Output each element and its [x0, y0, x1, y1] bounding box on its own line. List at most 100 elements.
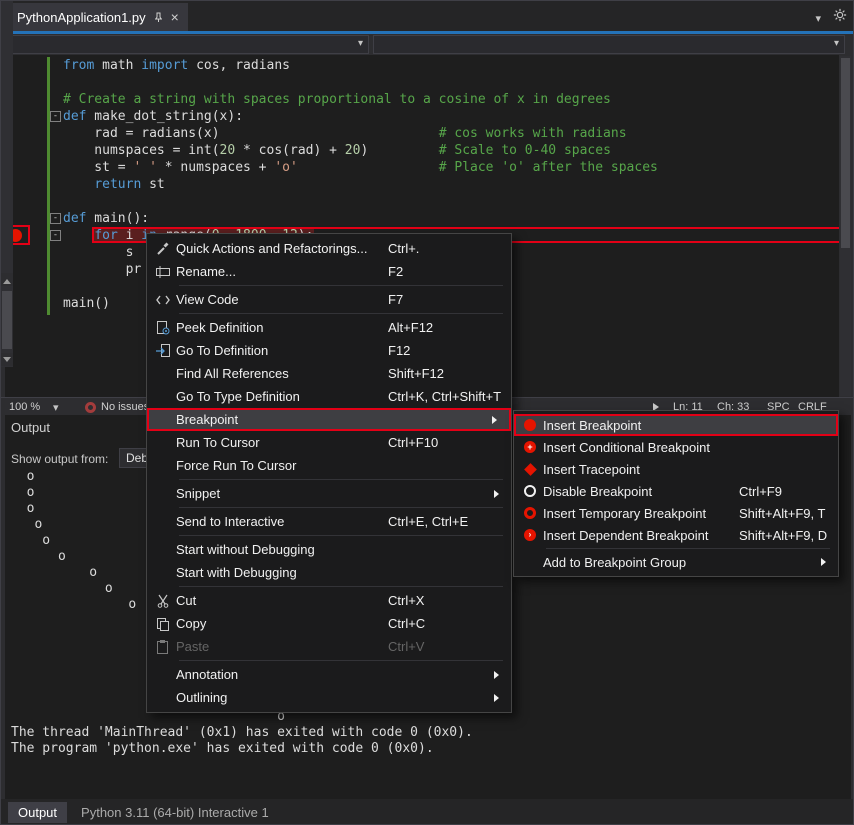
- menu-item-shortcut: Shift+Alt+F9, D: [739, 528, 830, 543]
- code-line-4[interactable]: -def make_dot_string(x):: [5, 108, 839, 125]
- menu-item-find-all-references[interactable]: Find All ReferencesShift+F12: [147, 362, 511, 385]
- code-line-6[interactable]: numspaces = int(20 * cos(rad) + 20) # Sc…: [5, 142, 839, 159]
- code-line-8[interactable]: return st: [5, 176, 839, 193]
- menu-item-view-code[interactable]: View CodeF7: [147, 288, 511, 311]
- code-segment: make_dot_string(x):: [86, 109, 243, 124]
- menu-item-shortcut: Ctrl+.: [388, 241, 503, 256]
- code-segment: from: [63, 58, 94, 73]
- menu-item-annotation[interactable]: Annotation: [147, 663, 511, 686]
- cut-icon: [150, 593, 176, 609]
- menu-item-label: Quick Actions and Refactorings...: [176, 241, 388, 256]
- menu-separator: [179, 586, 503, 587]
- scroll-up-button[interactable]: [1, 273, 13, 286]
- fold-collapse-icon[interactable]: -: [50, 230, 61, 241]
- submenu-arrow-icon: [492, 416, 501, 424]
- code-segment: 20: [220, 143, 236, 158]
- submenu-item-insert-tracepoint[interactable]: Insert Tracepoint: [514, 458, 838, 480]
- menu-item-label: Insert Temporary Breakpoint: [543, 506, 739, 521]
- submenu-item-insert-dependent-breakpoint[interactable]: ›Insert Dependent BreakpointShift+Alt+F9…: [514, 524, 838, 546]
- menu-item-go-to-type-definition[interactable]: Go To Type DefinitionCtrl+K, Ctrl+Shift+…: [147, 385, 511, 408]
- menu-item-run-to-cursor[interactable]: Run To CursorCtrl+F10: [147, 431, 511, 454]
- menu-item-label: Peek Definition: [176, 320, 388, 335]
- fold-collapse-icon[interactable]: -: [50, 213, 61, 224]
- menu-item-paste[interactable]: PasteCtrl+V: [147, 635, 511, 658]
- submenu-item-add-to-breakpoint-group[interactable]: Add to Breakpoint Group: [514, 551, 838, 573]
- submenu-item-insert-breakpoint[interactable]: Insert Breakpoint: [514, 414, 838, 436]
- menu-item-shortcut: Alt+F12: [388, 320, 503, 335]
- menu-item-breakpoint[interactable]: Breakpoint: [147, 408, 511, 431]
- code-segment: numspaces = int(: [63, 143, 220, 158]
- code-line-3[interactable]: # Create a string with spaces proportion…: [5, 91, 839, 108]
- rename-icon: [150, 264, 176, 280]
- code-segment: # Create a string with spaces proportion…: [63, 92, 611, 107]
- code-line-7[interactable]: st = ' ' * numspaces + 'o' # Place 'o' a…: [5, 159, 839, 176]
- menu-item-label: Add to Breakpoint Group: [543, 555, 739, 570]
- menu-item-cut[interactable]: CutCtrl+X: [147, 589, 511, 612]
- code-segment: # cos works with radians: [439, 126, 627, 141]
- code-line-10[interactable]: -def main():: [5, 210, 839, 227]
- code-line-9[interactable]: [5, 193, 839, 210]
- code-line-2[interactable]: [5, 74, 839, 91]
- menu-item-shortcut: Ctrl+X: [388, 593, 503, 608]
- output-scrollbar-thumb[interactable]: [2, 291, 12, 349]
- menu-item-label: Insert Dependent Breakpoint: [543, 528, 739, 543]
- tab-pythonapplication1[interactable]: PythonApplication1.py ×: [8, 3, 188, 31]
- menu-item-peek-definition[interactable]: Peek DefinitionAlt+F12: [147, 316, 511, 339]
- menu-item-label: Outlining: [176, 690, 388, 705]
- submenu-item-disable-breakpoint[interactable]: Disable BreakpointCtrl+F9: [514, 480, 838, 502]
- menu-item-shortcut: Ctrl+C: [388, 616, 503, 631]
- code-segment: rad = radians(x): [63, 126, 439, 141]
- zoom-level-dropdown[interactable]: 100 %: [9, 401, 40, 413]
- menu-item-shortcut: Shift+Alt+F9, T: [739, 506, 830, 521]
- menu-item-shortcut: F2: [388, 264, 503, 279]
- submenu-arrow-icon: [494, 694, 503, 702]
- nav-member-dropdown[interactable]: [373, 35, 845, 54]
- menu-item-go-to-definition[interactable]: Go To DefinitionF12: [147, 339, 511, 362]
- menu-item-outlining[interactable]: Outlining: [147, 686, 511, 709]
- scroll-down-button[interactable]: [1, 353, 13, 366]
- code-line-5[interactable]: rad = radians(x) # cos works with radian…: [5, 125, 839, 142]
- code-segment: * numspaces +: [157, 160, 274, 175]
- submenu-item-insert-temporary-breakpoint[interactable]: Insert Temporary BreakpointShift+Alt+F9,…: [514, 502, 838, 524]
- menu-item-rename[interactable]: Rename...F2: [147, 260, 511, 283]
- menu-item-quick-actions-and-refactorings[interactable]: Quick Actions and Refactorings...Ctrl+.: [147, 237, 511, 260]
- menu-item-start-with-debugging[interactable]: Start with Debugging: [147, 561, 511, 584]
- menu-item-label: Start without Debugging: [176, 542, 388, 557]
- editor-scrollbar-thumb[interactable]: [841, 58, 850, 248]
- menu-item-copy[interactable]: CopyCtrl+C: [147, 612, 511, 635]
- menu-item-shortcut: Ctrl+F10: [388, 435, 503, 450]
- menu-item-shortcut: Ctrl+E, Ctrl+E: [388, 514, 503, 529]
- code-segment: math: [94, 58, 141, 73]
- code-segment: * cos(rad) +: [235, 143, 345, 158]
- bp-disable-icon: [517, 485, 543, 497]
- close-icon[interactable]: ×: [171, 10, 179, 24]
- menu-item-shortcut: Ctrl+K, Ctrl+Shift+T: [388, 389, 503, 404]
- menu-item-snippet[interactable]: Snippet: [147, 482, 511, 505]
- menu-item-force-run-to-cursor[interactable]: Force Run To Cursor: [147, 454, 511, 477]
- paste-icon: [150, 639, 176, 655]
- tab-output[interactable]: Output: [8, 802, 67, 823]
- menu-item-label: Start with Debugging: [176, 565, 388, 580]
- submenu-arrow-icon: [494, 671, 503, 679]
- menu-item-start-without-debugging[interactable]: Start without Debugging: [147, 538, 511, 561]
- tab-list-dropdown-icon[interactable]: [815, 9, 821, 27]
- code-segment: main():: [86, 211, 149, 226]
- code-line-1[interactable]: from math import cos, radians: [5, 57, 839, 74]
- tab-python-interactive[interactable]: Python 3.11 (64-bit) Interactive 1: [71, 802, 279, 823]
- code-segment: for: [94, 228, 117, 243]
- editor-navigation-bar: [1, 34, 853, 55]
- nav-scope-dropdown[interactable]: [7, 35, 369, 54]
- gear-icon[interactable]: [833, 8, 847, 27]
- fold-collapse-icon[interactable]: -: [50, 111, 61, 122]
- menu-item-send-to-interactive[interactable]: Send to InteractiveCtrl+E, Ctrl+E: [147, 510, 511, 533]
- code-segment: st =: [63, 160, 133, 175]
- zoom-caret-icon[interactable]: [53, 401, 59, 414]
- menu-item-label: Copy: [176, 616, 388, 631]
- editor-vertical-scrollbar[interactable]: [840, 56, 851, 396]
- menu-item-label: Disable Breakpoint: [543, 484, 739, 499]
- pin-icon[interactable]: [153, 12, 164, 23]
- code-segment: 'o': [274, 160, 297, 175]
- code-segment: # Place 'o' after the spaces: [439, 160, 658, 175]
- submenu-item-insert-conditional-breakpoint[interactable]: +Insert Conditional Breakpoint: [514, 436, 838, 458]
- scroll-down-icon: [3, 357, 11, 366]
